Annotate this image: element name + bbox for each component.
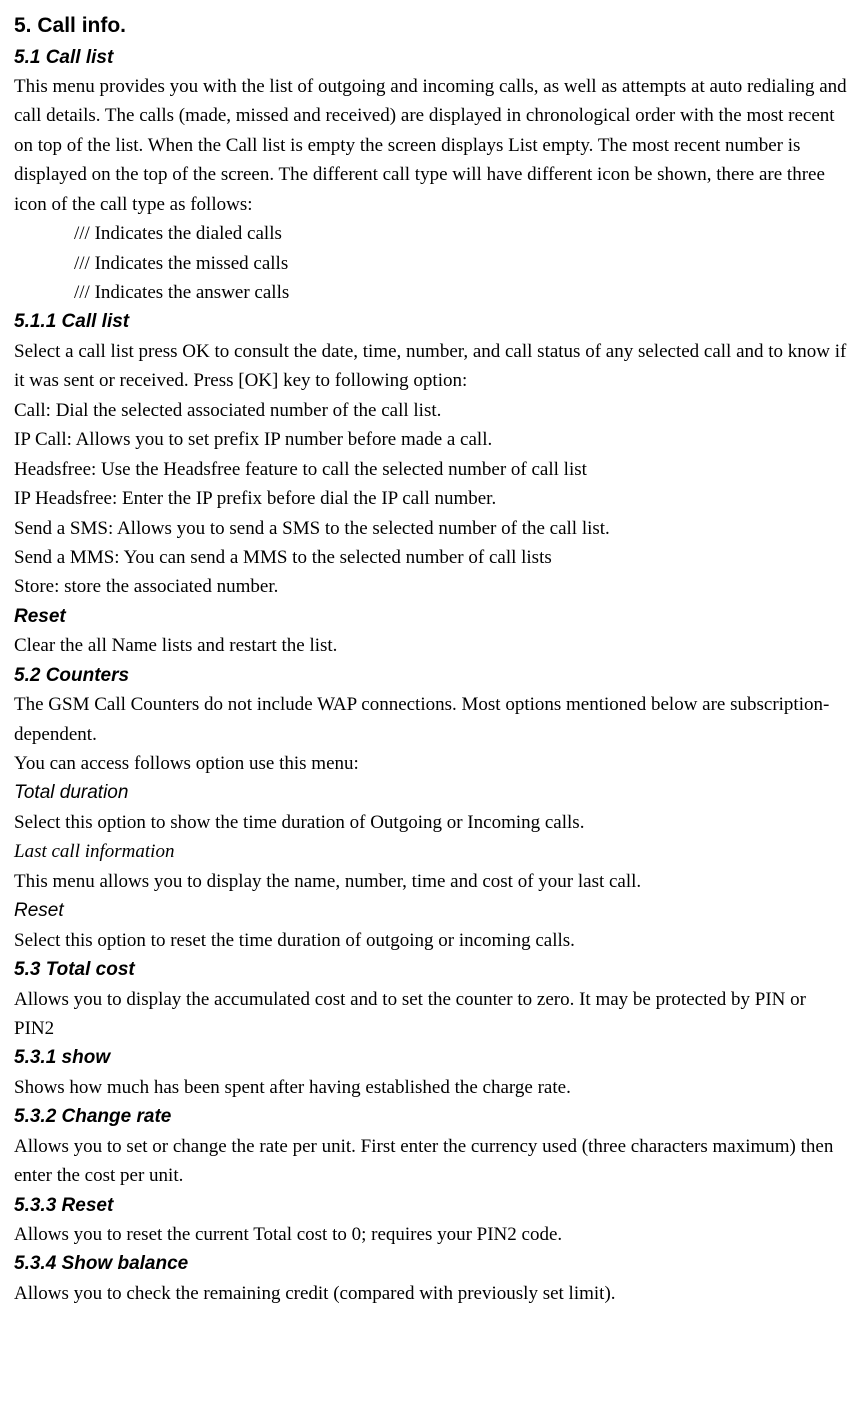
- option-ip-call: IP Call: Allows you to set prefix IP num…: [14, 425, 850, 454]
- intro-5-1: This menu provides you with the list of …: [14, 72, 850, 219]
- option-send-mms: Send a MMS: You can send a MMS to the se…: [14, 543, 850, 572]
- body-total-duration: Select this option to show the time dura…: [14, 808, 850, 837]
- option-ip-headsfree: IP Headsfree: Enter the IP prefix before…: [14, 484, 850, 513]
- heading-5-3-2: 5.3.2 Change rate: [14, 1102, 850, 1131]
- intro-5-3: Allows you to display the accumulated co…: [14, 985, 850, 1044]
- option-call: Call: Dial the selected associated numbe…: [14, 396, 850, 425]
- option-headsfree: Headsfree: Use the Headsfree feature to …: [14, 455, 850, 484]
- heading-last-call: Last call information: [14, 837, 850, 866]
- heading-5-1-1: 5.1.1 Call list: [14, 307, 850, 336]
- body-reset-52: Select this option to reset the time dur…: [14, 926, 850, 955]
- icon-answer: /// Indicates the answer calls: [14, 278, 850, 307]
- intro-5-2-a: The GSM Call Counters do not include WAP…: [14, 690, 850, 749]
- option-store: Store: store the associated number.: [14, 572, 850, 601]
- body-last-call: This menu allows you to display the name…: [14, 867, 850, 896]
- heading-5-1: 5.1 Call list: [14, 43, 850, 72]
- icon-missed: /// Indicates the missed calls: [14, 249, 850, 278]
- body-5-3-3: Allows you to reset the current Total co…: [14, 1220, 850, 1249]
- body-5-3-4: Allows you to check the remaining credit…: [14, 1279, 850, 1308]
- intro-5-2-b: You can access follows option use this m…: [14, 749, 850, 778]
- body-5-3-1: Shows how much has been spent after havi…: [14, 1073, 850, 1102]
- heading-5-3-3: 5.3.3 Reset: [14, 1191, 850, 1220]
- intro-5-1-1: Select a call list press OK to consult t…: [14, 337, 850, 396]
- section-title: 5. Call info.: [14, 10, 850, 43]
- body-reset-511: Clear the all Name lists and restart the…: [14, 631, 850, 660]
- heading-reset-52: Reset: [14, 896, 850, 925]
- heading-total-duration: Total duration: [14, 778, 850, 807]
- heading-5-3: 5.3 Total cost: [14, 955, 850, 984]
- body-5-3-2: Allows you to set or change the rate per…: [14, 1132, 850, 1191]
- heading-5-3-4: 5.3.4 Show balance: [14, 1249, 850, 1278]
- heading-5-2: 5.2 Counters: [14, 661, 850, 690]
- option-send-sms: Send a SMS: Allows you to send a SMS to …: [14, 514, 850, 543]
- heading-5-3-1: 5.3.1 show: [14, 1043, 850, 1072]
- heading-reset-511: Reset: [14, 602, 850, 631]
- icon-dialed: /// Indicates the dialed calls: [14, 219, 850, 248]
